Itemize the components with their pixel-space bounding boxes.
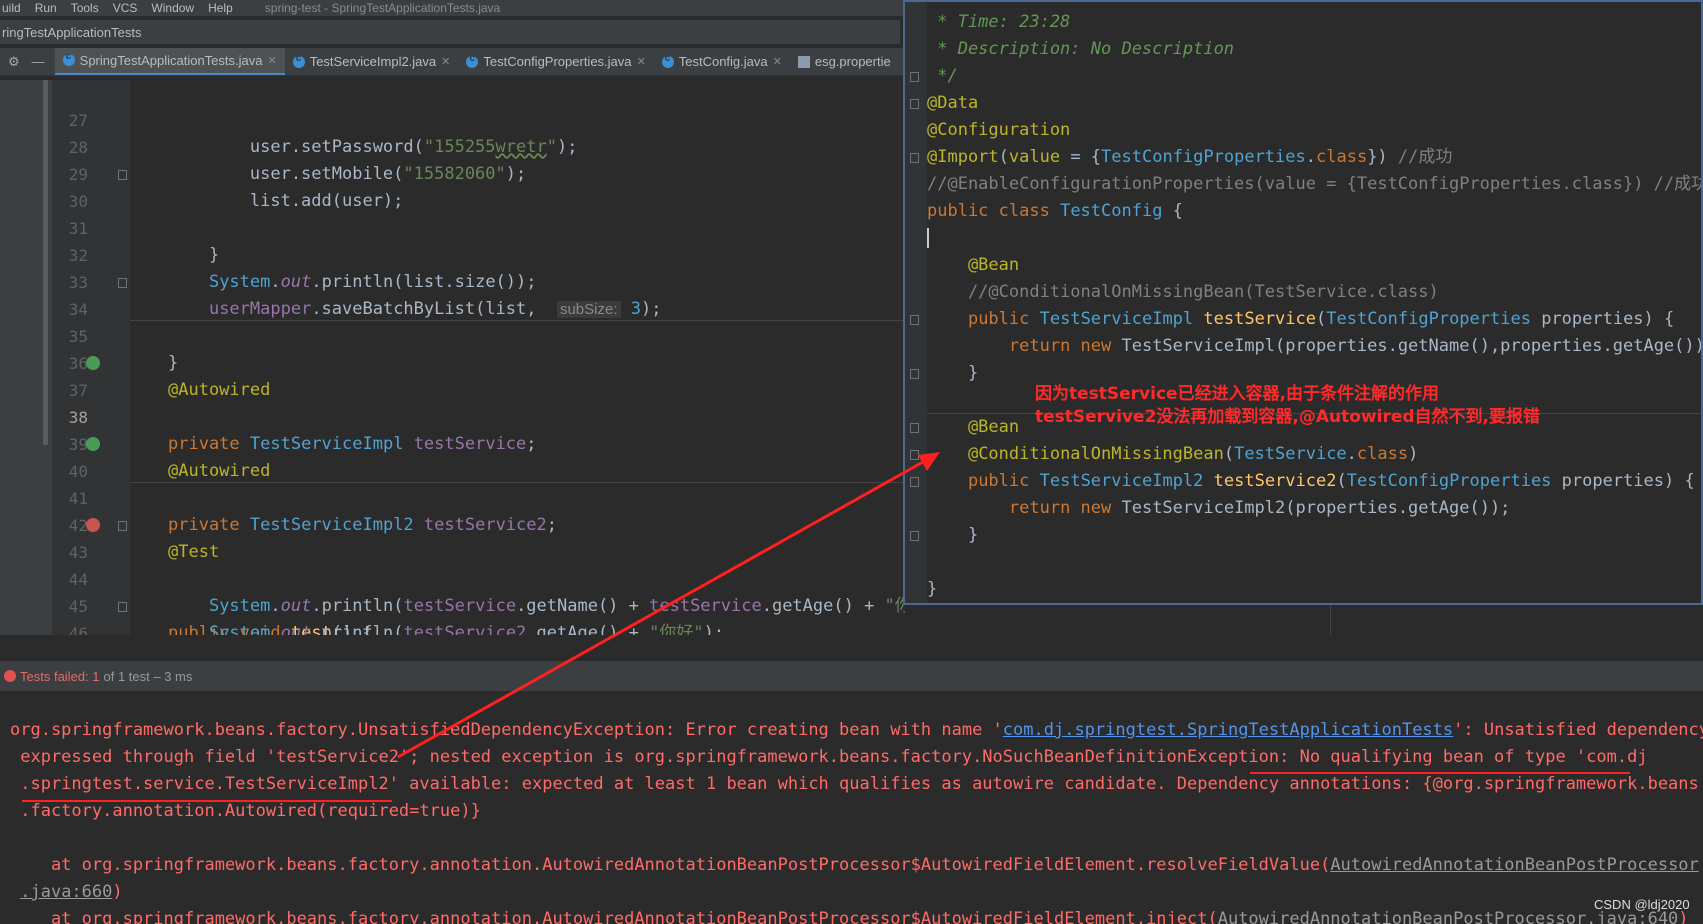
watermark: CSDN @ldj2020: [1594, 897, 1690, 912]
annotation-arrow: [397, 452, 940, 759]
